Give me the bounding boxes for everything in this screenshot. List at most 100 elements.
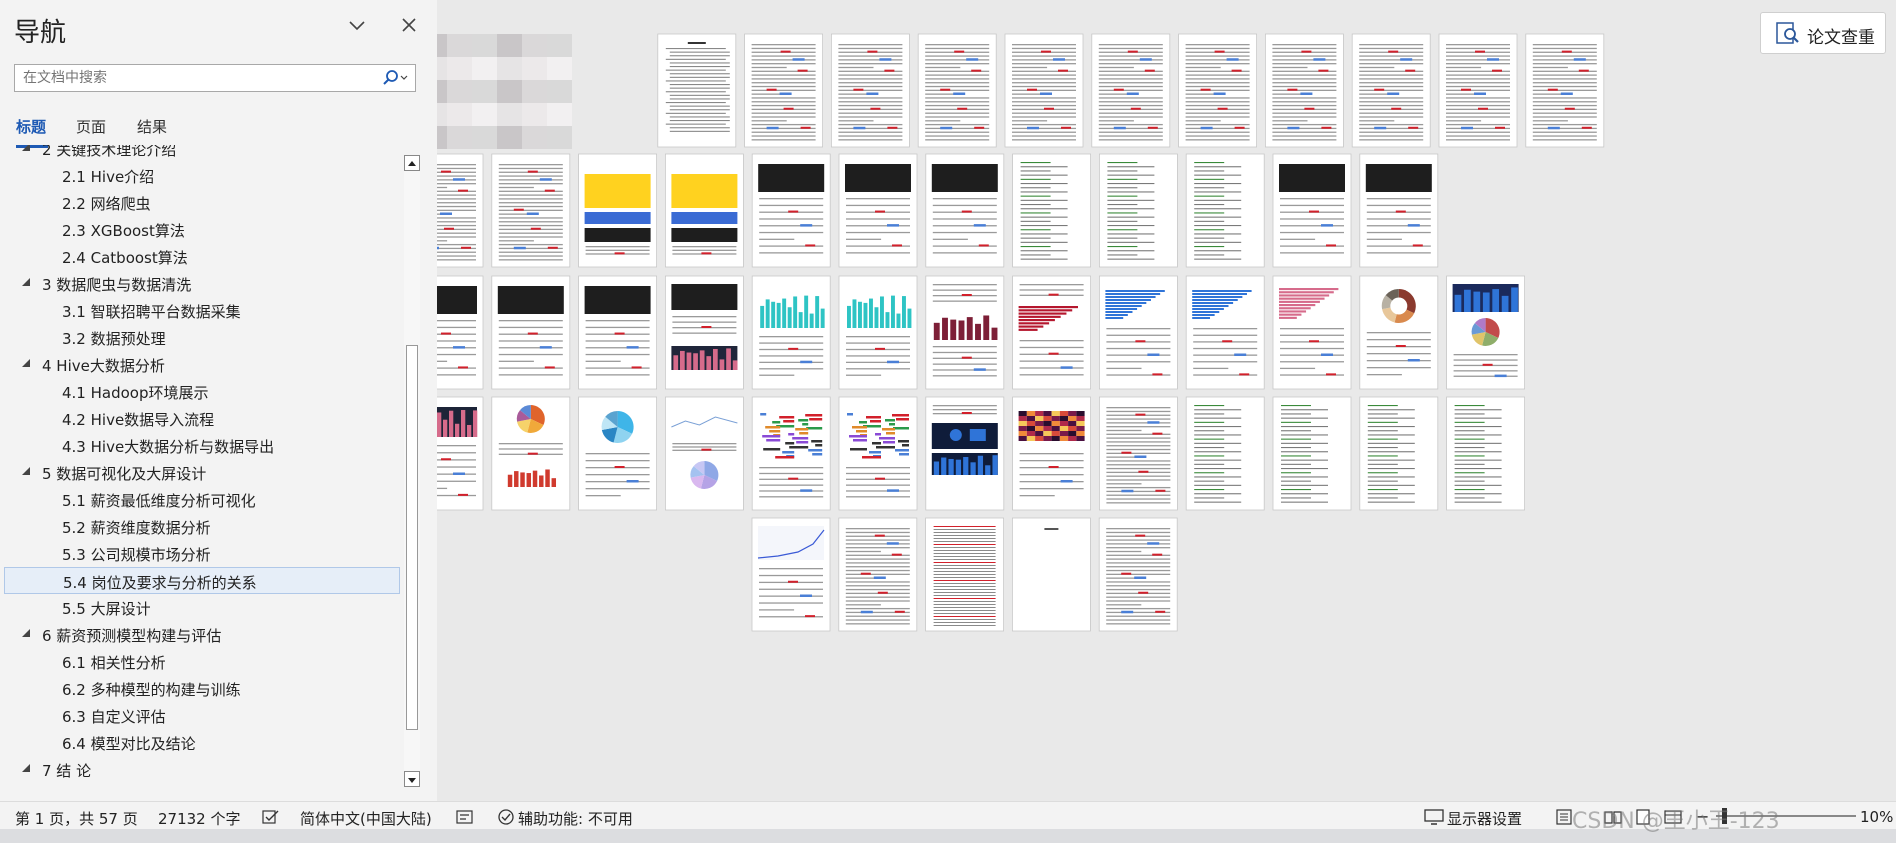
outline-heading-level2[interactable]: 6.1 相关性分析 (4, 648, 400, 675)
page-thumbnail[interactable] (917, 33, 997, 148)
page-thumbnail[interactable] (437, 34, 572, 149)
outline-heading-level2[interactable]: 3.2 数据预处理 (4, 324, 400, 351)
outline-heading-level2[interactable]: 5.3 公司规模市场分析 (4, 540, 400, 567)
accessibility-icon[interactable] (497, 808, 515, 826)
page-thumbnail[interactable] (1012, 275, 1091, 390)
outline-heading-level2[interactable]: 6.4 模型对比及结论 (4, 729, 400, 756)
page-thumbnail[interactable] (838, 275, 918, 390)
plagiarism-check-button[interactable]: 论文查重 (1760, 12, 1886, 54)
page-thumbnail[interactable] (1185, 275, 1265, 390)
collapse-triangle-icon[interactable] (20, 276, 32, 288)
search-input[interactable] (15, 65, 391, 91)
page-thumbnail[interactable] (1099, 275, 1178, 390)
page-thumbnail[interactable] (751, 517, 831, 632)
collapse-triangle-icon[interactable] (20, 465, 32, 477)
page-thumbnail[interactable] (664, 275, 744, 390)
page-thumbnail[interactable] (1012, 517, 1091, 632)
focus-mode-icon[interactable] (1555, 809, 1573, 825)
word-count[interactable]: 27132 个字 (158, 808, 241, 829)
page-thumbnail[interactable] (925, 275, 1005, 390)
page-thumbnail[interactable] (1012, 153, 1091, 268)
page-thumbnail[interactable] (925, 396, 1005, 511)
outline-heading-level2[interactable]: 5.2 薪资维度数据分析 (4, 513, 400, 540)
search-icon[interactable] (379, 68, 411, 88)
collapse-triangle-icon[interactable] (20, 357, 32, 369)
outline-heading-level2[interactable]: 5.4 岗位及要求与分析的关系 (4, 567, 400, 594)
accessibility-status[interactable]: 辅助功能: 不可用 (518, 808, 633, 829)
language-indicator[interactable]: 简体中文(中国大陆) (300, 808, 432, 829)
page-thumbnail[interactable] (1099, 153, 1178, 268)
outline-heading-level2[interactable]: 4.3 Hive大数据分析与数据导出 (4, 432, 400, 459)
document-canvas[interactable] (437, 0, 1896, 801)
scroll-down-icon[interactable] (404, 771, 420, 787)
outline-heading-level2[interactable]: 2.1 Hive介绍 (4, 162, 400, 189)
outline-heading-level2[interactable]: 6.2 多种模型的构建与训练 (4, 675, 400, 702)
display-settings-icon[interactable] (1424, 809, 1444, 825)
outline-heading-level2[interactable]: 5.5 大屏设计 (4, 594, 400, 621)
page-thumbnail[interactable] (1178, 33, 1257, 148)
page-thumbnail[interactable] (437, 275, 484, 390)
outline-heading-level2[interactable]: 4.1 Hadoop环境展示 (4, 378, 400, 405)
page-thumbnail[interactable] (578, 275, 658, 390)
page-thumbnail[interactable] (578, 396, 658, 511)
page-thumbnail[interactable] (1359, 153, 1439, 268)
display-settings-label[interactable]: 显示器设置 (1447, 808, 1522, 829)
collapse-triangle-icon[interactable] (20, 762, 32, 774)
page-thumbnail[interactable] (1359, 396, 1439, 511)
page-thumbnail[interactable] (751, 396, 831, 511)
page-thumbnail[interactable] (1272, 275, 1352, 390)
tab-headings[interactable]: 标题 (16, 116, 46, 137)
page-thumbnail[interactable] (657, 33, 737, 148)
page-thumbnail[interactable] (838, 153, 918, 268)
page-thumbnail[interactable] (578, 153, 658, 268)
page-thumbnail[interactable] (1272, 153, 1352, 268)
outline-scrollbar[interactable] (404, 155, 420, 787)
page-thumbnail[interactable] (437, 153, 484, 268)
outline-heading-level1[interactable]: 2 关键技术理论介绍 (4, 145, 400, 162)
page-thumbnail[interactable] (751, 153, 831, 268)
outline-heading-level1[interactable]: 6 薪资预测模型构建与评估 (4, 621, 400, 648)
page-thumbnail[interactable] (925, 153, 1005, 268)
page-thumbnail[interactable] (1446, 396, 1525, 511)
page-thumbnail[interactable] (1272, 396, 1352, 511)
page-thumbnail[interactable] (744, 33, 824, 148)
text-predictions-icon[interactable] (456, 809, 474, 825)
outline-heading-level2[interactable]: 2.2 网络爬虫 (4, 189, 400, 216)
page-thumbnail[interactable] (1004, 33, 1084, 148)
page-thumbnail[interactable] (1098, 517, 1178, 632)
page-thumbnail[interactable] (1351, 33, 1431, 148)
page-thumbnail[interactable] (491, 396, 571, 511)
outline-heading-level2[interactable]: 2.4 Catboost算法 (4, 243, 400, 270)
scrollbar-thumb[interactable] (406, 345, 418, 730)
close-icon[interactable] (398, 14, 420, 36)
tab-pages[interactable]: 页面 (76, 116, 106, 137)
page-thumbnail[interactable] (1185, 396, 1265, 511)
page-thumbnail[interactable] (1099, 396, 1178, 511)
page-thumbnail[interactable] (1185, 153, 1265, 268)
outline-heading-level2[interactable]: 6.3 自定义评估 (4, 702, 400, 729)
page-thumbnail[interactable] (491, 275, 571, 390)
page-count[interactable]: 第 1 页，共 57 页 (15, 808, 138, 829)
outline-heading-level1[interactable]: 3 数据爬虫与数据清洗 (4, 270, 400, 297)
page-thumbnail[interactable] (437, 396, 484, 511)
zoom-level[interactable]: 10% (1860, 808, 1893, 826)
collapse-triangle-icon[interactable] (20, 627, 32, 639)
page-thumbnail[interactable] (1525, 33, 1605, 148)
outline-heading-level2[interactable]: 4.2 Hive数据导入流程 (4, 405, 400, 432)
collapse-triangle-icon[interactable] (20, 145, 32, 153)
page-thumbnail[interactable] (1012, 396, 1091, 511)
outline-heading-level1[interactable]: 4 Hive大数据分析 (4, 351, 400, 378)
pane-options-chevron-icon[interactable] (346, 14, 368, 36)
page-thumbnail[interactable] (1091, 33, 1171, 148)
page-thumbnail[interactable] (838, 396, 918, 511)
outline-heading-level1[interactable]: 7 结 论 (4, 756, 400, 783)
page-thumbnail[interactable] (1265, 33, 1344, 148)
page-thumbnail[interactable] (664, 396, 744, 511)
scroll-up-icon[interactable] (404, 155, 420, 171)
page-thumbnail[interactable] (491, 153, 571, 268)
page-thumbnail[interactable] (1446, 275, 1525, 390)
tab-results[interactable]: 结果 (137, 116, 167, 137)
outline-heading-level1[interactable]: 5 数据可视化及大屏设计 (4, 459, 400, 486)
page-thumbnail[interactable] (925, 517, 1005, 632)
page-thumbnail[interactable] (830, 33, 910, 148)
